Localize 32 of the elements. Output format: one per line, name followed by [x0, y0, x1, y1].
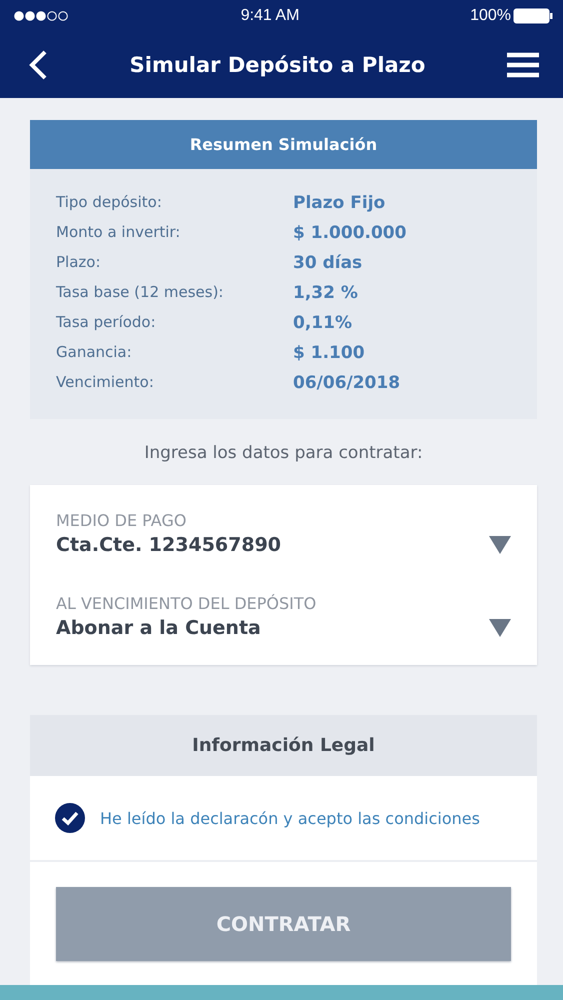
dropdown-field[interactable]: Cta.Cte. 1234567890: [56, 534, 511, 556]
dropdown-caret-icon: [489, 536, 511, 554]
summary-value: $ 1.000.000: [293, 223, 408, 243]
terms-text: He leído la declaracón y acepto las condiciones: [100, 808, 480, 828]
instruction-text: Ingresa los datos para contratar:: [143, 443, 424, 463]
summary-label: Ganancia:: [56, 343, 133, 363]
summary-value: 1,32 %: [293, 283, 359, 303]
dropdown-field[interactable]: Abonar a la Cuenta: [56, 617, 511, 639]
summary-label: Monto a invertir:: [56, 223, 182, 243]
summary-value: 30 días: [293, 253, 364, 273]
battery-icon: [513, 8, 553, 24]
legal-title: Información Legal: [30, 715, 537, 776]
summary-label: Plazo:: [56, 253, 102, 273]
screen-title: Simular Depósito a Plazo: [130, 53, 426, 77]
field-label: AL VENCIMIENTO DEL DEPÓSITO: [56, 594, 318, 613]
back-button[interactable]: [28, 50, 48, 80]
summary-label: Vencimiento:: [56, 373, 155, 393]
dropdown-caret-icon: [489, 619, 511, 637]
checkbox[interactable]: [54, 802, 86, 834]
field-label: MEDIO DE PAGO: [56, 511, 188, 530]
signal-icon: [14, 11, 70, 21]
summary-value: 0,11%: [293, 313, 353, 333]
menu-button[interactable]: [506, 52, 539, 78]
battery-percent: 100%: [470, 7, 511, 25]
summary-title: Resumen Simulación: [30, 120, 537, 169]
status-time: 9:41 AM: [240, 7, 300, 25]
summary-label: Tipo depósito:: [56, 193, 163, 213]
summary-value: 06/06/2018: [293, 373, 402, 393]
summary-value: $ 1.100: [293, 343, 366, 363]
summary-value: Plazo Fijo: [293, 193, 386, 213]
summary-label: Tasa período:: [56, 313, 157, 333]
summary-label: Tasa base (12 meses):: [56, 283, 224, 303]
